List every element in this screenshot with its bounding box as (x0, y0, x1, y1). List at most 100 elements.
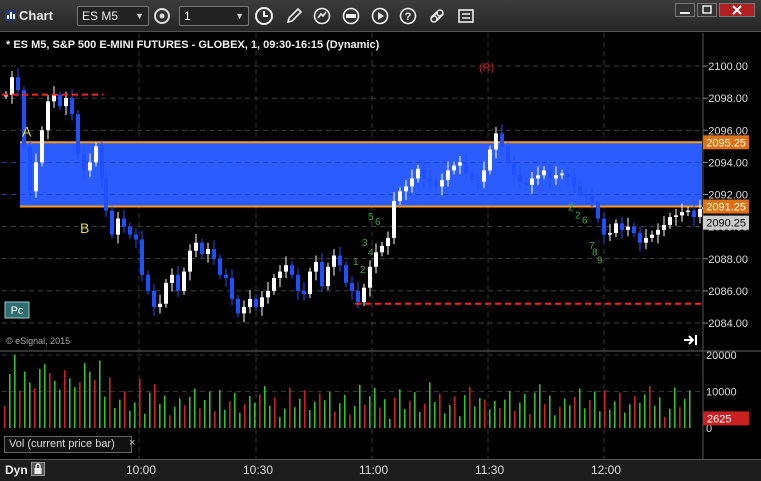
volume-bar (324, 400, 326, 428)
pencil-icon[interactable] (284, 6, 304, 26)
price-chart[interactable]: 2100.002098.002096.002094.002092.002090.… (0, 33, 761, 459)
candle-up (40, 130, 44, 163)
mode-label[interactable]: Dyn (5, 463, 28, 477)
refresh-icon[interactable] (312, 6, 332, 26)
candle-up (410, 178, 414, 187)
minimize-icon[interactable] (675, 3, 695, 17)
candle-up (272, 278, 276, 291)
volume-bar (359, 384, 361, 428)
candle-down (548, 170, 552, 179)
candle-down (422, 168, 426, 179)
volume-bar (554, 415, 556, 428)
close-icon[interactable]: × (129, 436, 135, 451)
price-axis-label: 2100.00 (708, 61, 748, 73)
volume-bar (589, 399, 591, 428)
volume-bar (569, 405, 571, 428)
volume-bar (299, 398, 301, 428)
candle-up (260, 297, 264, 307)
volume-bar (249, 395, 251, 428)
volume-bar (404, 409, 406, 428)
symbol-value: ES M5 (82, 9, 119, 23)
chevron-down-icon[interactable]: ▼ (135, 7, 144, 25)
symbol-input[interactable]: ES M5 ▼ (77, 6, 149, 26)
checklist-icon[interactable] (456, 6, 476, 26)
volume-bar (184, 405, 186, 428)
candle-down (584, 194, 588, 197)
candle-up (446, 170, 450, 181)
volume-bar (399, 389, 401, 428)
interval-input[interactable]: 1 ▼ (179, 6, 249, 26)
candle-up (34, 162, 38, 192)
lock-icon[interactable] (31, 462, 45, 476)
candle-down (512, 162, 516, 176)
candle-up (482, 170, 486, 182)
volume-bar (579, 388, 581, 428)
candle-up (398, 191, 402, 201)
volume-bar (344, 394, 346, 428)
candle-up (662, 225, 666, 230)
volume-bar (214, 411, 216, 428)
candle-up (656, 229, 660, 235)
volume-bar (169, 415, 171, 428)
price-axis-label: 2098.00 (708, 93, 748, 105)
candle-up (440, 180, 444, 187)
candle-down (350, 282, 354, 291)
candle-up (116, 218, 120, 235)
volume-bar (614, 401, 616, 428)
copyright-watermark: © eSignal, 2015 (6, 336, 70, 346)
time-axis-bar: Dyn 10:00 10:30 11:00 11:30 12:00 (0, 459, 761, 481)
play-icon[interactable] (370, 6, 390, 26)
maximize-icon[interactable] (697, 3, 717, 17)
volume-bar (294, 407, 296, 428)
title-bar: Chart ES M5 ▼ 1 ▼ ? (0, 0, 761, 32)
candle-down (16, 77, 20, 91)
candle-up (452, 165, 456, 171)
volume-bar (369, 396, 371, 428)
candle-down (476, 180, 480, 182)
volume-bar (639, 402, 641, 428)
candle-down (572, 176, 576, 187)
price-tag-label: 2090.25 (706, 218, 746, 230)
candle-down (152, 290, 156, 307)
studies-icon[interactable] (341, 6, 361, 26)
volume-bar (389, 418, 391, 428)
help-icon[interactable]: ? (398, 6, 418, 26)
candle-down (638, 233, 642, 243)
candle-up (686, 210, 690, 213)
link-icon[interactable] (427, 6, 447, 26)
settings-icon[interactable] (152, 6, 172, 26)
clock-icon[interactable] (254, 6, 274, 26)
volume-bar (179, 398, 181, 428)
candle-down (122, 218, 126, 227)
volume-bar (204, 399, 206, 428)
candle-down (632, 226, 636, 234)
volume-bar (679, 407, 681, 428)
volume-bar (319, 393, 321, 428)
volume-bar (199, 408, 201, 428)
volume-bar (54, 380, 56, 428)
candle-down (428, 178, 432, 182)
volume-study-label[interactable]: Vol (current price bar) × (4, 436, 135, 453)
chevron-down-icon[interactable]: ▼ (235, 7, 244, 25)
volume-bar (384, 399, 386, 428)
volume-bar (459, 416, 461, 428)
close-icon[interactable] (719, 3, 755, 17)
price-axis-label: 2088.00 (708, 254, 748, 266)
volume-bar (439, 393, 441, 428)
volume-bar (119, 399, 121, 428)
candle-up (644, 237, 648, 243)
volume-bar (424, 403, 426, 428)
volume-bar (489, 409, 491, 428)
volume-bar (374, 387, 376, 428)
volume-bar (649, 386, 651, 428)
td-count-up: 1 (353, 257, 359, 268)
candle-down (506, 146, 510, 163)
volume-bar (229, 401, 231, 428)
marker-a: A (22, 124, 32, 140)
candle-up (362, 287, 366, 303)
volume-bar (269, 405, 271, 428)
resistance-marker: (R) (479, 62, 494, 74)
volume-bar (149, 392, 151, 428)
volume-bar (609, 409, 611, 428)
volume-bar (164, 395, 166, 428)
